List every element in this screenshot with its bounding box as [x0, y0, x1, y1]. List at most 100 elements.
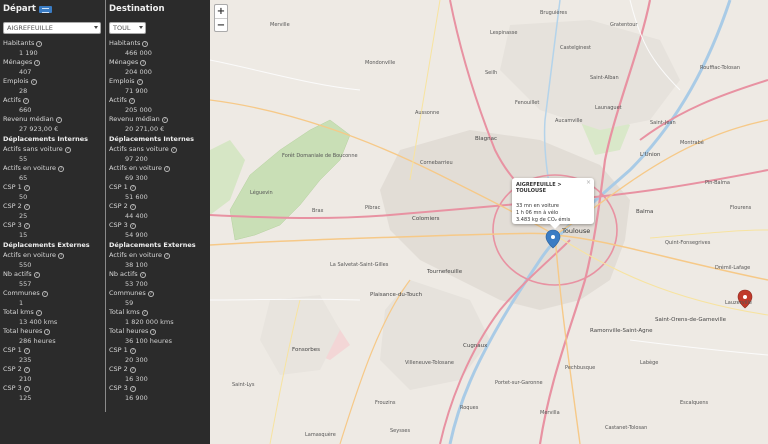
- stat-label: CSP 3?: [109, 384, 209, 394]
- map-label: Mervilla: [540, 410, 560, 416]
- help-icon[interactable]: ?: [55, 116, 62, 123]
- stat-label-text: Revenu médian: [3, 115, 54, 123]
- stat-label-text: CSP 2: [109, 365, 128, 373]
- stat-value: 28: [19, 86, 28, 95]
- help-icon[interactable]: ?: [58, 252, 65, 259]
- stat-value: 53 700: [125, 279, 148, 288]
- stat-value: 16 300: [125, 374, 148, 383]
- stat-label: Ménages?: [109, 58, 209, 68]
- stat-label-text: CSP 1: [109, 346, 128, 354]
- help-icon[interactable]: ?: [23, 385, 30, 392]
- stat-label: Actifs sans voiture?: [3, 145, 104, 155]
- help-icon[interactable]: ?: [34, 59, 41, 66]
- zoom-out-button[interactable]: −: [215, 18, 227, 31]
- help-icon[interactable]: ?: [44, 328, 51, 335]
- help-icon[interactable]: ?: [129, 385, 136, 392]
- map-label: Forêt Domaniale de Bouconne: [282, 153, 358, 159]
- help-icon[interactable]: ?: [33, 271, 40, 278]
- stat-value: 15: [19, 230, 28, 239]
- help-icon[interactable]: ?: [23, 366, 30, 373]
- help-icon[interactable]: ?: [23, 184, 30, 191]
- help-icon[interactable]: ?: [58, 165, 65, 172]
- map-label: Cornebarrieu: [420, 160, 453, 166]
- map-label: Frouzins: [375, 400, 396, 406]
- map-label: Seysses: [390, 428, 411, 434]
- help-icon[interactable]: ?: [161, 116, 168, 123]
- stat-value: 204 000: [125, 67, 152, 76]
- help-icon[interactable]: ?: [142, 40, 149, 47]
- stat-label-text: Total heures: [109, 327, 149, 335]
- stat-label-text: Emplois: [109, 77, 135, 85]
- stat-label: Total kms?: [3, 308, 104, 318]
- help-icon[interactable]: ?: [136, 78, 143, 85]
- stat-label-text: CSP 2: [109, 202, 128, 210]
- stat-label: Habitants?: [3, 39, 104, 49]
- help-icon[interactable]: ?: [164, 252, 171, 259]
- map-label: Roques: [460, 405, 479, 411]
- destination-title-text: Destination: [109, 4, 165, 14]
- help-icon[interactable]: ?: [22, 97, 29, 104]
- map[interactable]: Toulouse Blagnac Colomiers Tournefeuille…: [210, 0, 768, 444]
- close-icon[interactable]: ×: [586, 179, 591, 186]
- map-label: Lespinasse: [490, 30, 518, 36]
- map-label: Brax: [312, 208, 324, 214]
- help-icon[interactable]: ?: [150, 328, 157, 335]
- stat-value: 27 923,00 €: [19, 124, 59, 133]
- stat-value: 51 600: [125, 192, 148, 201]
- stat-label: CSP 3?: [3, 221, 104, 231]
- help-icon[interactable]: ?: [147, 290, 154, 297]
- stat-value: 44 400: [125, 211, 148, 220]
- stat-label: CSP 2?: [109, 202, 209, 212]
- map-label: L'Union: [640, 152, 661, 158]
- help-icon[interactable]: ?: [129, 184, 136, 191]
- help-icon[interactable]: ?: [23, 347, 30, 354]
- help-icon[interactable]: ?: [30, 78, 37, 85]
- help-icon[interactable]: ?: [129, 203, 136, 210]
- stat-label-text: Ménages: [3, 58, 33, 66]
- departure-title: Départ: [3, 3, 104, 16]
- help-icon[interactable]: ?: [129, 366, 136, 373]
- help-icon[interactable]: ?: [129, 347, 136, 354]
- section-title-internal: Déplacements Internes: [3, 135, 89, 143]
- map-label: Saint-Lys: [232, 382, 255, 388]
- stat-value: 69 300: [125, 173, 148, 182]
- stat-label: Communes?: [3, 289, 104, 299]
- destination-select[interactable]: TOUL: [109, 22, 146, 34]
- destination-select-value: TOUL: [113, 24, 131, 32]
- stat-value: 50: [19, 192, 28, 201]
- destination-panel: Destination TOUL Habitants? 466 000 Ménage…: [105, 0, 209, 412]
- stat-value: 210: [19, 374, 32, 383]
- help-icon[interactable]: ?: [141, 309, 148, 316]
- stat-value: 16 900: [125, 393, 148, 402]
- swap-icon[interactable]: [38, 6, 52, 13]
- minor-road: [210, 59, 361, 91]
- stat-label: CSP 3?: [3, 384, 104, 394]
- help-icon[interactable]: ?: [23, 222, 30, 229]
- help-icon[interactable]: ?: [41, 290, 48, 297]
- help-icon[interactable]: ?: [139, 271, 146, 278]
- stat-value: 25: [19, 211, 28, 220]
- map-label: Balma: [636, 209, 654, 215]
- zoom-in-button[interactable]: +: [215, 5, 227, 18]
- help-icon[interactable]: ?: [129, 222, 136, 229]
- stat-label: CSP 2?: [3, 365, 104, 375]
- help-icon[interactable]: ?: [128, 97, 135, 104]
- map-label: Toulouse: [562, 227, 591, 235]
- stat-label-text: Total heures: [3, 327, 43, 335]
- stat-label-text: Habitants: [109, 39, 141, 47]
- help-icon[interactable]: ?: [164, 165, 171, 172]
- departure-select[interactable]: AIGREFEUILLE: [3, 22, 101, 34]
- stat-value: 466 000: [125, 48, 152, 57]
- stat-value: 20 300: [125, 355, 148, 364]
- stat-label-text: Actifs en voiture: [109, 164, 163, 172]
- help-icon[interactable]: ?: [140, 59, 147, 66]
- help-icon[interactable]: ?: [36, 40, 43, 47]
- help-icon[interactable]: ?: [35, 309, 42, 316]
- stat-value: 65: [19, 173, 28, 182]
- help-icon[interactable]: ?: [23, 203, 30, 210]
- help-icon[interactable]: ?: [64, 146, 71, 153]
- map-label: Pechbusque: [565, 365, 596, 371]
- map-label: Lamasquère: [305, 432, 336, 438]
- stat-label: Ménages?: [3, 58, 104, 68]
- help-icon[interactable]: ?: [170, 146, 177, 153]
